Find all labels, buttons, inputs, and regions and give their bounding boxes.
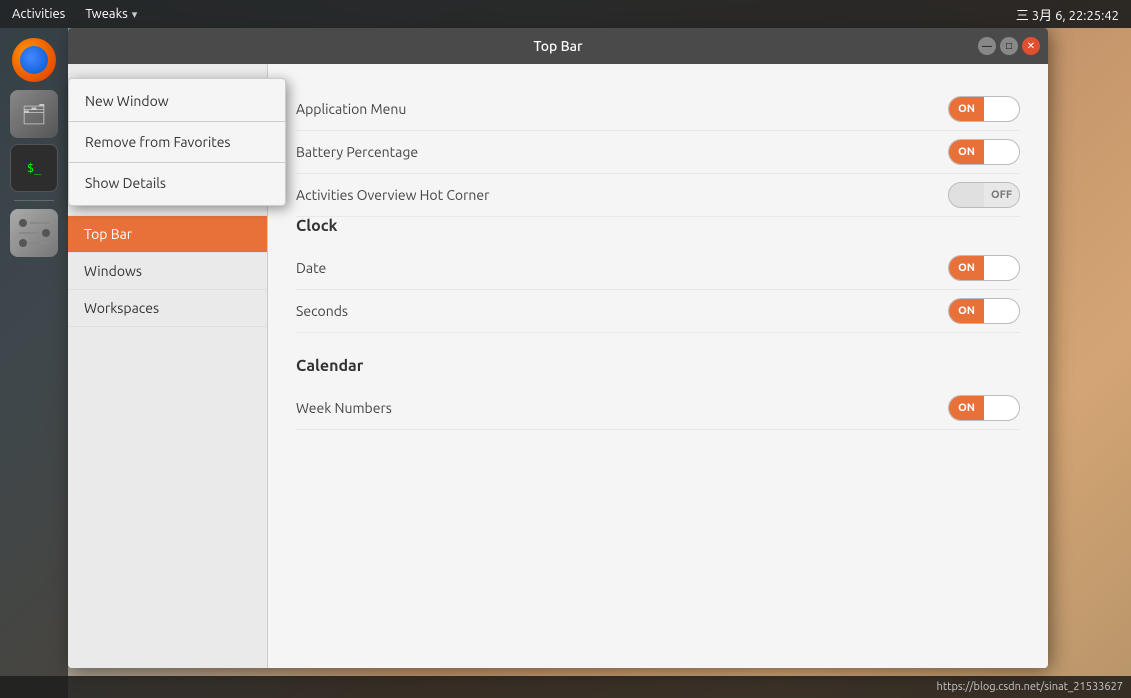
context-menu-remove-favorites[interactable]: Remove from Favorites <box>69 124 285 160</box>
activities-button[interactable]: Activities <box>0 0 77 28</box>
window-title: Top Bar <box>533 38 582 54</box>
context-menu-separator-2 <box>69 162 285 163</box>
toggle-battery-percentage[interactable]: ON <box>948 139 1020 165</box>
system-bar-left: Activities Tweaks ▾ <box>0 0 145 28</box>
window-titlebar: Top Bar — □ ✕ <box>68 28 1048 64</box>
context-menu-new-window[interactable]: New Window <box>69 83 285 119</box>
system-bar: Activities Tweaks ▾ 三 3月 6, 22:25:42 <box>0 0 1131 28</box>
window-controls: — □ ✕ <box>978 37 1040 55</box>
datetime-display: 三 3月 6, 22:25:42 <box>1016 5 1131 24</box>
dock-item-terminal[interactable]: $_ <box>10 144 58 192</box>
status-url: https://blog.csdn.net/sinat_21533627 <box>937 681 1123 693</box>
toggle-on-label-seconds: ON <box>949 299 984 323</box>
toggle-activities-hot-corner[interactable]: OFF <box>948 182 1020 208</box>
firefox-icon <box>12 38 56 82</box>
toggle-on-label: ON <box>949 97 984 121</box>
tweaks-arrow-icon: ▾ <box>132 8 138 21</box>
context-menu: New Window Remove from Favorites Show De… <box>68 78 286 206</box>
sidebar-item-workspaces[interactable]: Workspaces <box>68 290 267 327</box>
sidebar-item-windows[interactable]: Windows <box>68 253 267 290</box>
toggle-date[interactable]: ON <box>948 255 1020 281</box>
toggle-off-label: OFF <box>984 183 1019 207</box>
dock: 🗂 $_ <box>0 28 68 698</box>
dock-separator <box>14 200 54 201</box>
setting-row-seconds: Seconds ON <box>296 290 1020 333</box>
section-title-calendar: Calendar <box>296 357 1020 375</box>
setting-label-application-menu: Application Menu <box>296 101 406 117</box>
setting-row-battery-percentage: Battery Percentage ON <box>296 131 1020 174</box>
dock-item-firefox[interactable] <box>10 36 58 84</box>
toggle-on-thumb-date <box>984 256 1019 280</box>
files-icon: 🗂 <box>21 102 46 126</box>
sidebar-item-top-bar[interactable]: Top Bar <box>68 216 267 253</box>
section-title-clock: Clock <box>296 217 1020 235</box>
window-minimize-button[interactable]: — <box>978 37 996 55</box>
setting-row-activities-hot-corner: Activities Overview Hot Corner OFF <box>296 174 1020 217</box>
tweaks-label: Tweaks <box>85 7 127 21</box>
toggle-on-label-battery: ON <box>949 140 984 164</box>
setting-row-application-menu: Application Menu ON <box>296 88 1020 131</box>
setting-row-date: Date ON <box>296 247 1020 290</box>
status-bar: https://blog.csdn.net/sinat_21533627 <box>0 676 1131 698</box>
dock-item-files[interactable]: 🗂 <box>10 90 58 138</box>
content-area: Application Menu ON Battery Percentage O… <box>268 64 1048 668</box>
section-clock: Clock Date ON Seconds ON <box>296 217 1020 333</box>
context-menu-separator-1 <box>69 121 285 122</box>
toggle-on-label-date: ON <box>949 256 984 280</box>
setting-row-week-numbers: Week Numbers ON <box>296 387 1020 430</box>
toggle-on-thumb-week-numbers <box>984 396 1019 420</box>
toggle-on-label-week-numbers: ON <box>949 396 984 420</box>
tweaks-menu-button[interactable]: Tweaks ▾ <box>77 0 145 28</box>
toggle-on-thumb <box>984 97 1019 121</box>
dock-item-tweaks[interactable] <box>10 209 58 257</box>
context-menu-show-details[interactable]: Show Details <box>69 165 285 201</box>
setting-label-week-numbers: Week Numbers <box>296 400 392 416</box>
section-calendar: Calendar Week Numbers ON <box>296 357 1020 430</box>
toggle-seconds[interactable]: ON <box>948 298 1020 324</box>
setting-label-seconds: Seconds <box>296 303 348 319</box>
window-maximize-button[interactable]: □ <box>1000 37 1018 55</box>
toggle-on-thumb-seconds <box>984 299 1019 323</box>
tweaks-app-icon <box>19 219 50 247</box>
terminal-icon: $_ <box>27 161 41 175</box>
desktop: Activities Tweaks ▾ 三 3月 6, 22:25:42 🗂 $… <box>0 0 1131 698</box>
setting-label-activities-hot-corner: Activities Overview Hot Corner <box>296 187 489 203</box>
window-close-button[interactable]: ✕ <box>1022 37 1040 55</box>
setting-label-date: Date <box>296 260 326 276</box>
toggle-application-menu[interactable]: ON <box>948 96 1020 122</box>
setting-label-battery-percentage: Battery Percentage <box>296 144 418 160</box>
toggle-week-numbers[interactable]: ON <box>948 395 1020 421</box>
toggle-on-thumb-battery <box>984 140 1019 164</box>
